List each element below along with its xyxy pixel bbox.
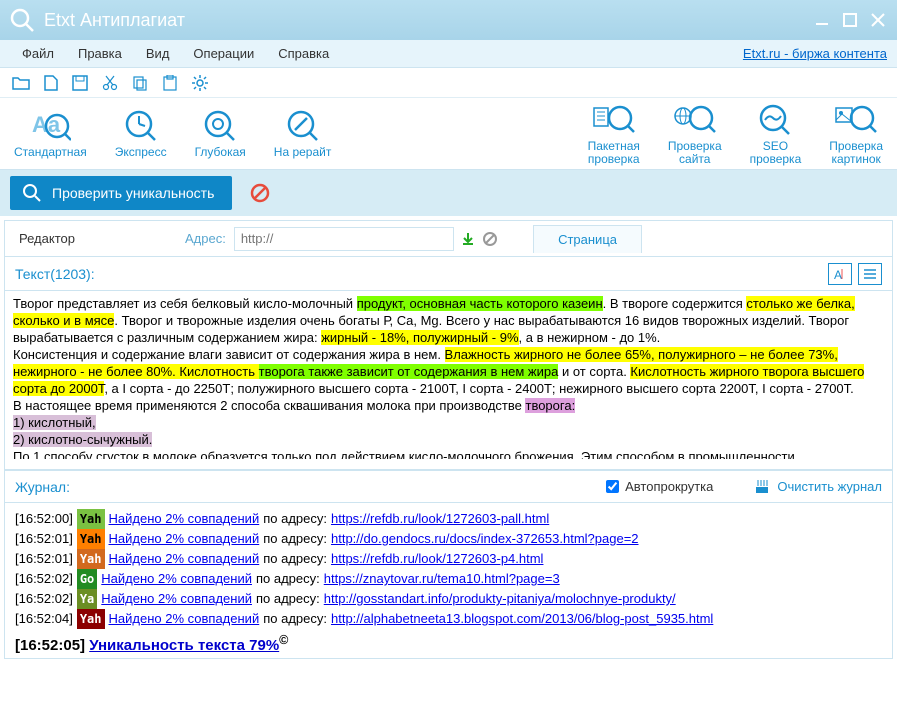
tool-rewrite[interactable]: На рерайт bbox=[274, 108, 332, 159]
match-link[interactable]: Найдено 2% совпадений bbox=[101, 569, 252, 589]
page-tab[interactable]: Страница bbox=[533, 225, 642, 253]
engine-badge: Yah bbox=[77, 609, 105, 629]
title-bar: Etxt Антиплагиат bbox=[0, 0, 897, 40]
tool-standard[interactable]: Aa Стандартная bbox=[14, 108, 87, 159]
tool-images[interactable]: Проверкакартинок bbox=[829, 102, 883, 166]
small-toolbar bbox=[0, 68, 897, 98]
tool-deep[interactable]: Глубокая bbox=[195, 108, 246, 159]
log-url[interactable]: https://znaytovar.ru/tema10.html?page=3 bbox=[324, 569, 560, 589]
menu-file[interactable]: Файл bbox=[10, 42, 66, 65]
log-url[interactable]: http://alphabetneeta13.blogspot.com/2013… bbox=[331, 609, 713, 629]
menu-view[interactable]: Вид bbox=[134, 42, 182, 65]
format-icon[interactable]: A bbox=[828, 263, 852, 285]
engine-badge: Yah bbox=[77, 509, 105, 529]
go-icon[interactable] bbox=[460, 231, 476, 247]
lines-icon[interactable] bbox=[858, 263, 882, 285]
address-label: Адрес: bbox=[185, 231, 226, 246]
address-row: Редактор Адрес: Страница bbox=[5, 221, 892, 257]
engine-badge: Yah bbox=[77, 529, 105, 549]
log-body[interactable]: [16:52:00] Yah Найдено 2% совпадений по … bbox=[5, 503, 892, 658]
engine-badge: Ya bbox=[77, 589, 97, 609]
log-timestamp: [16:52:02] bbox=[15, 569, 73, 589]
clear-log-button[interactable]: Очистить журнал bbox=[753, 479, 882, 495]
tool-batch-label: Пакетнаяпроверка bbox=[588, 140, 640, 166]
log-timestamp: [16:52:01] bbox=[15, 549, 73, 569]
log-row: [16:52:00] Yah Найдено 2% совпадений по … bbox=[15, 509, 882, 529]
minimize-button[interactable] bbox=[811, 9, 833, 31]
log-row: [16:52:01] Yah Найдено 2% совпадений по … bbox=[15, 549, 882, 569]
log-url[interactable]: http://do.gendocs.ru/docs/index-372653.h… bbox=[331, 529, 639, 549]
log-timestamp: [16:52:04] bbox=[15, 609, 73, 629]
engine-badge: Yah bbox=[77, 549, 105, 569]
app-logo bbox=[8, 6, 36, 34]
log-label: Журнал: bbox=[15, 479, 70, 495]
tool-site-label: Проверкасайта bbox=[668, 140, 722, 166]
save-icon[interactable] bbox=[72, 75, 88, 91]
tool-seo-label: SEOпроверка bbox=[750, 140, 802, 166]
log-url[interactable]: https://refdb.ru/look/1272603-pall.html bbox=[331, 509, 549, 529]
log-timestamp: [16:52:00] bbox=[15, 509, 73, 529]
match-link[interactable]: Найдено 2% совпадений bbox=[109, 609, 260, 629]
menu-operations[interactable]: Операции bbox=[181, 42, 266, 65]
tool-batch[interactable]: Пакетнаяпроверка bbox=[588, 102, 640, 166]
autoscroll-checkbox[interactable]: Автопрокрутка bbox=[606, 479, 713, 494]
uniqueness-link[interactable]: Уникальность текста 79% bbox=[89, 637, 279, 654]
menu-bar: Файл Правка Вид Операции Справка Etxt.ru… bbox=[0, 40, 897, 68]
log-row: [16:52:02] Ya Найдено 2% совпадений по а… bbox=[15, 589, 882, 609]
text-header: Текст(1203): A bbox=[5, 257, 892, 291]
log-timestamp: [16:52:01] bbox=[15, 529, 73, 549]
svg-text:A: A bbox=[834, 268, 842, 281]
log-timestamp: [16:52:02] bbox=[15, 589, 73, 609]
match-link[interactable]: Найдено 2% совпадений bbox=[109, 529, 260, 549]
window-title: Etxt Антиплагиат bbox=[44, 10, 805, 31]
new-doc-icon[interactable] bbox=[44, 75, 58, 91]
match-link[interactable]: Найдено 2% совпадений bbox=[109, 509, 260, 529]
text-label: Текст(1203): bbox=[15, 266, 95, 282]
log-row: [16:52:04] Yah Найдено 2% совпадений по … bbox=[15, 609, 882, 629]
menu-edit[interactable]: Правка bbox=[66, 42, 134, 65]
log-header: Журнал: Автопрокрутка Очистить журнал bbox=[5, 469, 892, 503]
open-icon[interactable] bbox=[12, 75, 30, 91]
match-link[interactable]: Найдено 2% совпадений bbox=[109, 549, 260, 569]
menu-help[interactable]: Справка bbox=[266, 42, 341, 65]
uniqueness-result: [16:52:05] Уникальность текста 79%© bbox=[15, 633, 882, 655]
block-icon[interactable] bbox=[482, 231, 498, 247]
address-input[interactable] bbox=[234, 227, 454, 251]
paste-icon[interactable] bbox=[162, 75, 178, 91]
close-button[interactable] bbox=[867, 9, 889, 31]
log-row: [16:52:01] Yah Найдено 2% совпадений по … bbox=[15, 529, 882, 549]
tool-express[interactable]: Экспресс bbox=[115, 108, 167, 159]
text-editor[interactable]: Творог представляет из себя белковый кис… bbox=[5, 291, 892, 459]
tool-seo[interactable]: SEOпроверка bbox=[750, 102, 802, 166]
log-row: [16:52:02] Go Найдено 2% совпадений по а… bbox=[15, 569, 882, 589]
log-url[interactable]: https://refdb.ru/look/1272603-p4.html bbox=[331, 549, 543, 569]
engine-badge: Go bbox=[77, 569, 97, 589]
match-link[interactable]: Найдено 2% совпадений bbox=[101, 589, 252, 609]
maximize-button[interactable] bbox=[839, 9, 861, 31]
cancel-icon[interactable] bbox=[250, 183, 270, 203]
etxt-link[interactable]: Etxt.ru - биржа контента bbox=[743, 46, 887, 61]
log-url[interactable]: http://gosstandart.info/produkty-pitaniy… bbox=[324, 589, 676, 609]
tool-site[interactable]: Проверкасайта bbox=[668, 102, 722, 166]
editor-panel: Редактор Адрес: Страница Текст(1203): A … bbox=[4, 220, 893, 659]
editor-label: Редактор bbox=[5, 231, 185, 246]
check-button[interactable]: Проверить уникальность bbox=[10, 176, 232, 210]
action-row: Проверить уникальность bbox=[0, 170, 897, 216]
cut-icon[interactable] bbox=[102, 75, 118, 91]
large-toolbar: Aa Стандартная Экспресс Глубокая На рера… bbox=[0, 98, 897, 170]
tool-images-label: Проверкакартинок bbox=[829, 140, 883, 166]
settings-icon[interactable] bbox=[192, 75, 208, 91]
copy-icon[interactable] bbox=[132, 75, 148, 91]
